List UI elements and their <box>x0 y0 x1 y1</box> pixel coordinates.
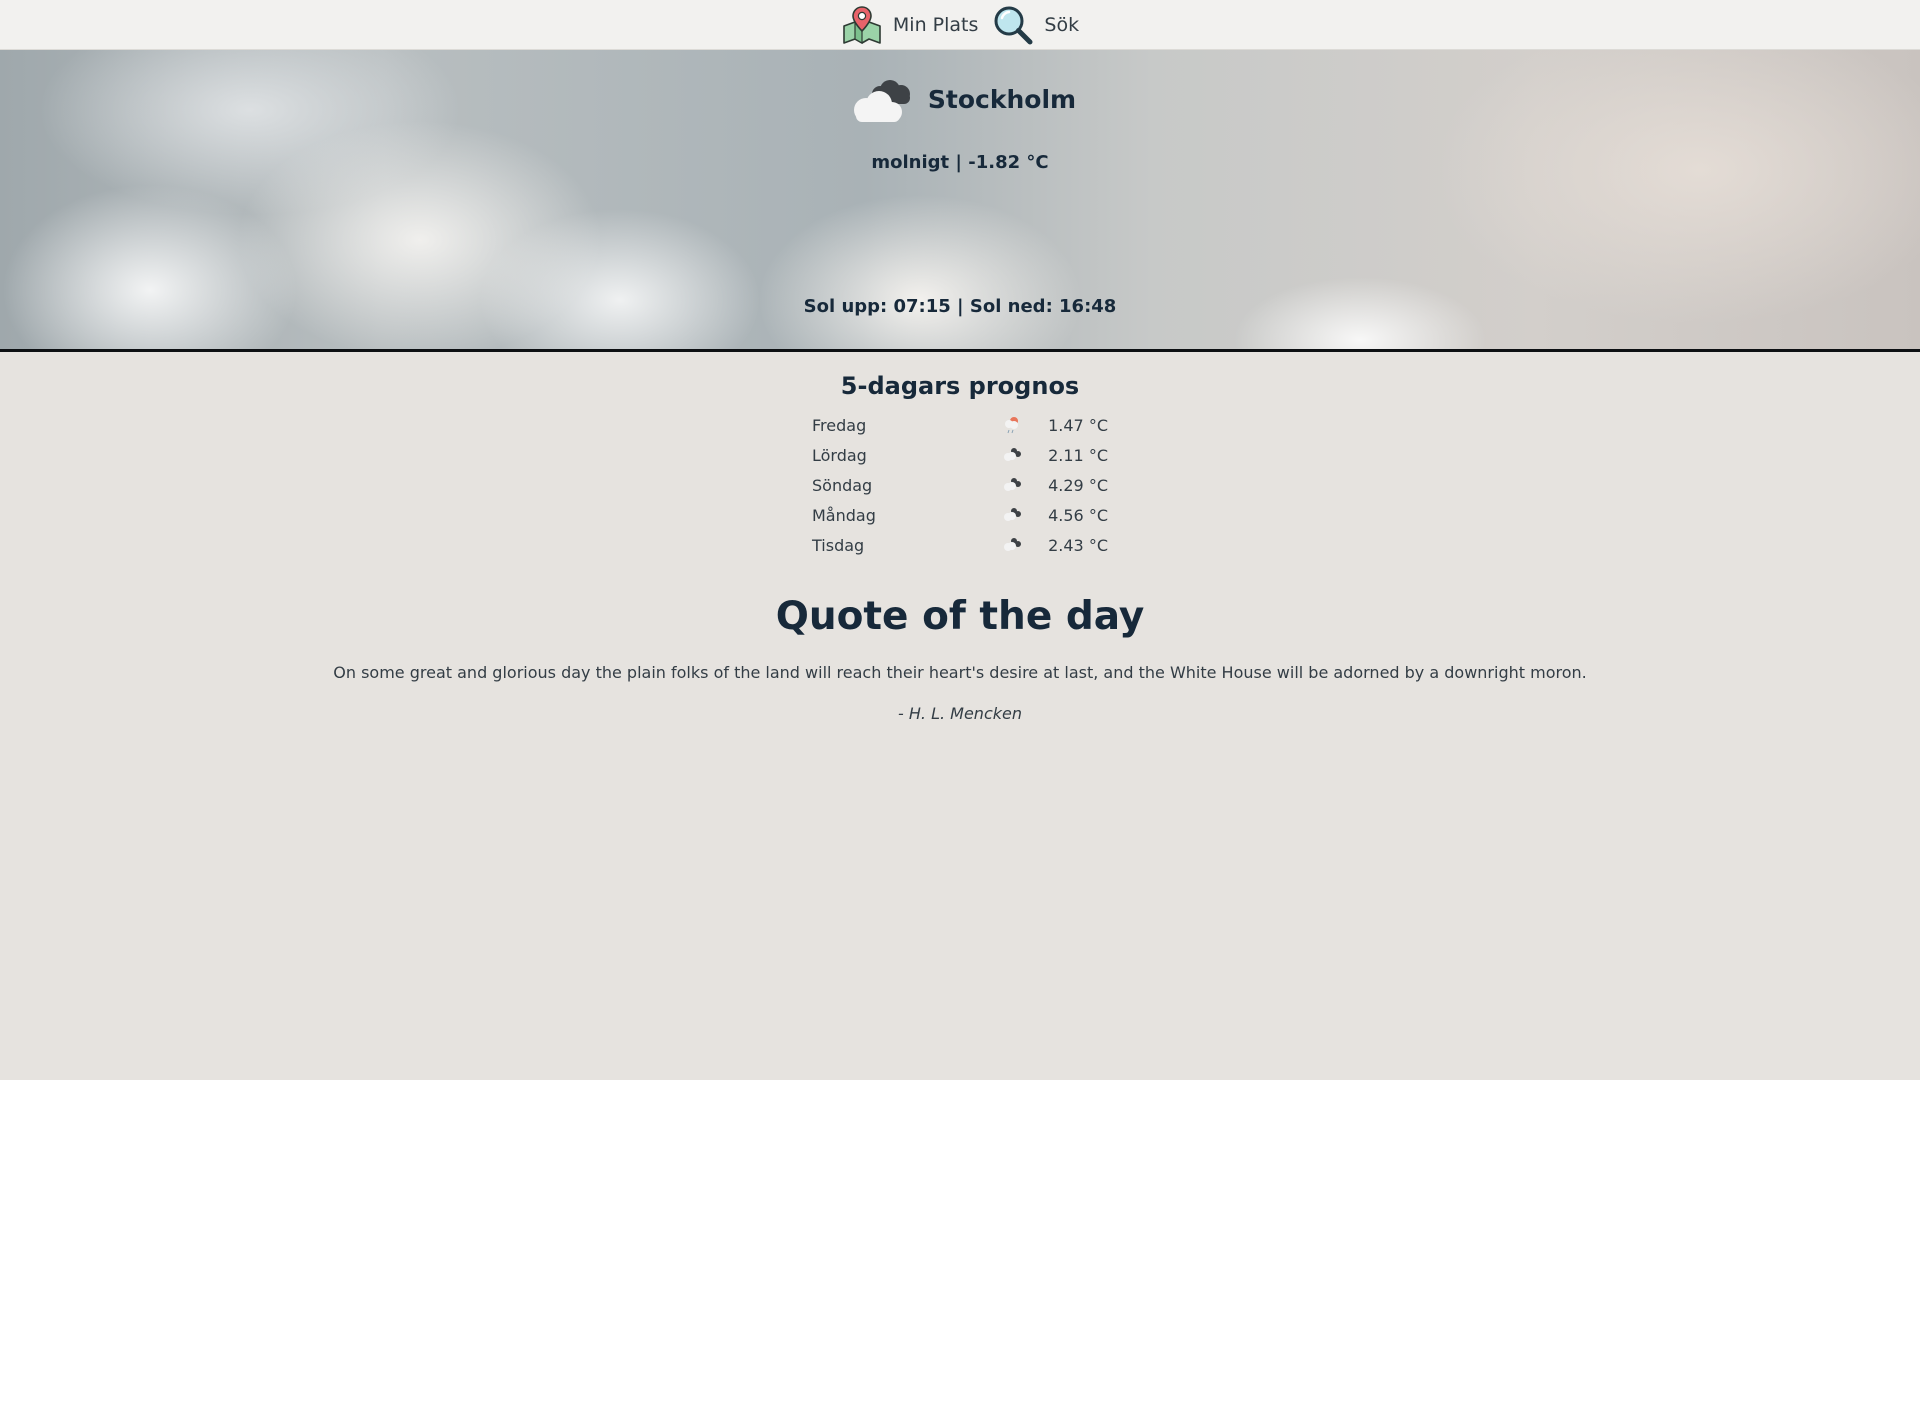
forecast-title: 5-dagars prognos <box>840 372 1080 400</box>
forecast-temp: 1.47 °C <box>1048 415 1108 435</box>
search-label: Sök <box>1044 13 1080 36</box>
quote-title: Quote of the day <box>775 594 1145 639</box>
forecast-temp: 2.43 °C <box>1048 535 1108 555</box>
top-nav: Min Plats Sök <box>0 0 1920 50</box>
forecast-temp: 2.11 °C <box>1048 445 1108 465</box>
forecast-day: Lördag <box>812 445 867 465</box>
forecast-day: Måndag <box>812 505 876 525</box>
search-link[interactable]: Sök <box>992 4 1079 46</box>
current-weather-hero: Stockholm molnigt | -1.82 °C Sol upp: 07… <box>0 50 1920 352</box>
cloudy-icon <box>1004 448 1021 461</box>
forecast-row: Lördag 2.11 °C <box>810 440 1110 470</box>
page: Min Plats Sök Stockholm molnigt | -1.82 … <box>0 0 1920 1080</box>
quote-section: Quote of the day On some great and glori… <box>0 560 1920 723</box>
my-location-label: Min Plats <box>892 13 979 36</box>
forecast-day: Fredag <box>812 415 867 435</box>
cloudy-icon <box>1004 508 1021 521</box>
city-header: Stockholm <box>0 74 1920 124</box>
city-name: Stockholm <box>927 84 1077 114</box>
map-pin-icon <box>843 5 881 44</box>
cloudy-icon <box>1004 538 1021 551</box>
forecast-day: Tisdag <box>812 535 865 555</box>
cloudy-icon <box>853 80 910 122</box>
quote-text: On some great and glorious day the plain… <box>333 663 1587 682</box>
rain-icon <box>1005 417 1018 434</box>
my-location-link[interactable]: Min Plats <box>841 4 978 46</box>
forecast-row: Måndag 4.56 °C <box>810 500 1110 530</box>
sunrise-sunset: Sol upp: 07:15 | Sol ned: 16:48 <box>803 296 1117 317</box>
forecast-row: Fredag 1.47 °C <box>810 410 1110 440</box>
forecast-section: 5-dagars prognos Fredag 1.47 °C Lördag 2… <box>810 352 1110 560</box>
forecast-day: Söndag <box>812 475 873 495</box>
forecast-temp: 4.29 °C <box>1048 475 1108 495</box>
cloudy-icon <box>1004 478 1021 491</box>
forecast-row: Söndag 4.29 °C <box>810 470 1110 500</box>
forecast-temp: 4.56 °C <box>1048 505 1108 525</box>
current-conditions: molnigt | -1.82 °C <box>871 152 1049 173</box>
quote-author: - H. L. Mencken <box>898 704 1022 723</box>
search-icon <box>994 6 1033 44</box>
forecast-row: Tisdag 2.43 °C <box>810 530 1110 560</box>
